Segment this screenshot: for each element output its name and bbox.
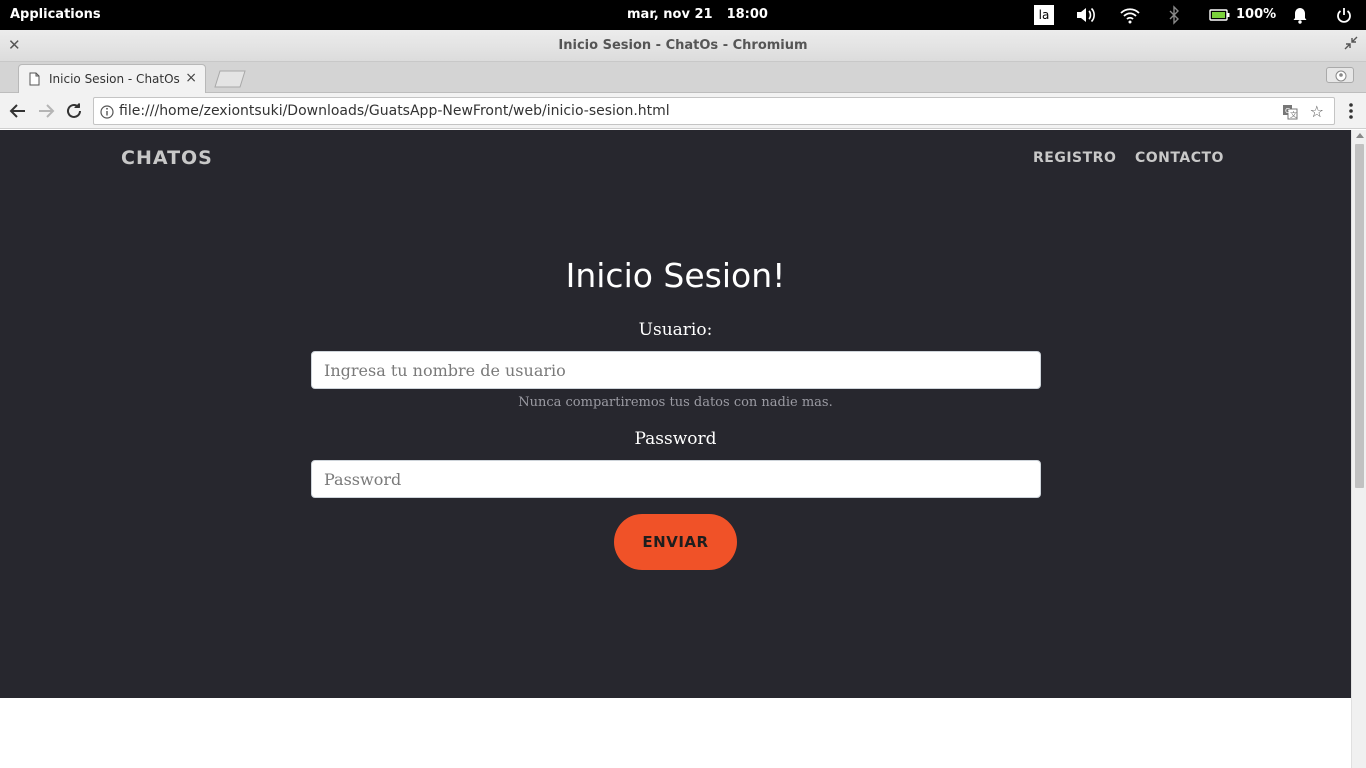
address-bar[interactable]: file:///home/zexiontsuki/Downloads/Guats… [93, 97, 1335, 125]
document-icon [29, 72, 40, 89]
bookmark-star-icon[interactable]: ☆ [1310, 102, 1324, 121]
page-scrollbar[interactable] [1351, 130, 1366, 768]
browser-menu-icon[interactable] [1348, 101, 1354, 121]
username-label: Usuario: [638, 320, 713, 340]
browser-tab[interactable]: Inicio Sesion - ChatOs × [18, 64, 206, 93]
nav-link-registro[interactable]: REGISTRO [1033, 150, 1116, 166]
submit-button[interactable]: ENVIAR [614, 514, 737, 570]
clock-date: mar, nov 21 [627, 7, 713, 22]
wifi-icon[interactable] [1120, 5, 1140, 25]
volume-icon[interactable] [1075, 5, 1097, 25]
window-title: Inicio Sesion - ChatOs - Chromium [558, 38, 808, 53]
battery-percentage: 100% [1236, 7, 1277, 22]
system-top-bar: Applications mar, nov 21 18:00 la 100% [0, 0, 1366, 30]
svg-text:文: 文 [1290, 110, 1297, 119]
applications-menu[interactable]: Applications [10, 7, 101, 22]
username-input[interactable] [311, 351, 1041, 389]
nav-link-contacto[interactable]: CONTACTO [1135, 150, 1224, 166]
bluetooth-icon[interactable] [1167, 5, 1181, 25]
profile-button[interactable] [1326, 67, 1354, 83]
clock-time: 18:00 [726, 7, 768, 22]
tab-strip: Inicio Sesion - ChatOs × [0, 62, 1366, 93]
scrollbar-thumb[interactable] [1355, 144, 1364, 488]
forward-icon[interactable] [36, 101, 56, 121]
reload-icon[interactable] [64, 101, 84, 121]
page-title: Inicio Sesion! [565, 256, 786, 295]
username-help-text: Nunca compartiremos tus datos con nadie … [518, 395, 833, 410]
password-input[interactable] [311, 460, 1041, 498]
password-label: Password [634, 429, 717, 449]
scroll-up-arrow-icon[interactable] [1356, 133, 1364, 138]
back-icon[interactable] [8, 101, 28, 121]
battery-icon[interactable] [1209, 5, 1231, 25]
power-icon[interactable] [1336, 5, 1352, 25]
window-title-bar: ✕ Inicio Sesion - ChatOs - Chromium [0, 30, 1366, 62]
info-icon[interactable] [100, 104, 114, 123]
keyboard-layout-indicator[interactable]: la [1034, 5, 1054, 25]
url-text[interactable]: file:///home/zexiontsuki/Downloads/Guats… [119, 103, 670, 119]
new-tab-button[interactable] [214, 70, 246, 88]
translate-icon[interactable]: G文 [1282, 104, 1298, 124]
browser-toolbar: file:///home/zexiontsuki/Downloads/Guats… [0, 93, 1366, 129]
clock[interactable]: mar, nov 21 18:00 [627, 7, 768, 22]
page-viewport: CHATOS REGISTRO CONTACTO Inicio Sesion! … [0, 130, 1351, 768]
brand-logo[interactable]: CHATOS [121, 147, 213, 169]
window-unmaximize-icon[interactable] [1344, 36, 1358, 54]
login-section: CHATOS REGISTRO CONTACTO Inicio Sesion! … [0, 130, 1351, 698]
notification-bell-icon[interactable] [1292, 5, 1308, 25]
tab-close-icon[interactable]: × [185, 70, 197, 86]
tab-title: Inicio Sesion - ChatOs [49, 72, 180, 86]
